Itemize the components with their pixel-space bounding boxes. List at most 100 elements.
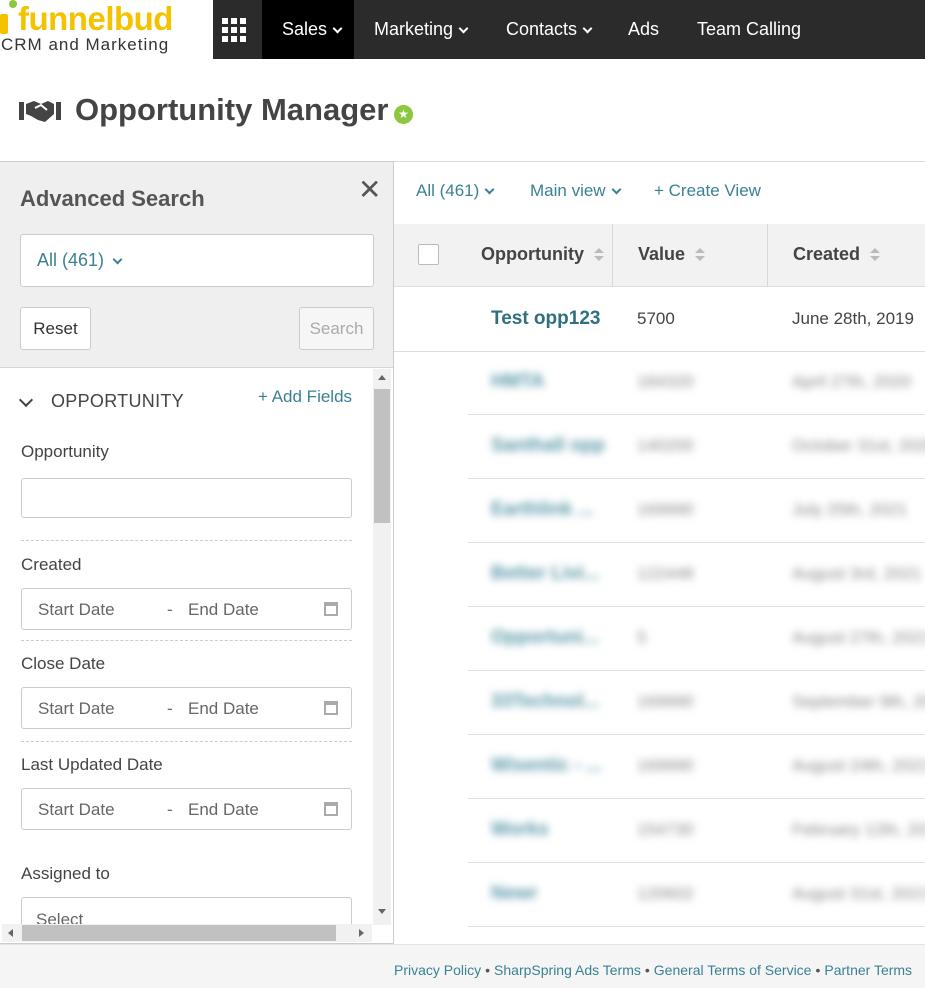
grid-header: Opportunity Value Created [394, 224, 925, 287]
close-date-range[interactable]: Start Date - End Date [21, 687, 352, 729]
footer-separator: • [815, 962, 821, 978]
divider [21, 640, 352, 641]
search-fields: OPPORTUNITY + Add Fields Opportunity Cre… [0, 369, 372, 929]
footer-separator: • [485, 962, 491, 978]
created-cell: April 27th, 2020 [792, 372, 912, 391]
nav-contacts[interactable]: Contacts [506, 0, 593, 59]
last-updated-date-range[interactable]: Start Date - End Date [21, 788, 352, 830]
value-cell: 5700 [637, 309, 675, 328]
terms-of-service-link[interactable]: General Terms of Service [654, 962, 812, 978]
created-cell: August 27th, 2021 [792, 628, 925, 647]
close-date-label: Close Date [21, 654, 106, 673]
filter-dropdown[interactable]: All (461) [416, 181, 495, 201]
column-header-value[interactable]: Value [612, 224, 706, 287]
filter-dropdown-label: All (461) [416, 181, 480, 200]
table-row[interactable]: Santhall opp 140200 October 31st, 2020 [394, 415, 925, 479]
opportunity-link[interactable]: Wisentic - ... [491, 755, 602, 777]
calendar-icon[interactable] [324, 701, 338, 715]
table-row[interactable]: HMTA 184320 April 27th, 2020 [394, 351, 925, 415]
opportunity-link[interactable]: Better Livi... [491, 563, 600, 585]
advanced-search-title: Advanced Search [20, 186, 205, 211]
handshake-icon [19, 101, 61, 122]
created-date-range[interactable]: Start Date - End Date [21, 588, 352, 630]
created-cell: February 12th, 2021 [792, 820, 925, 839]
scroll-left-arrow-icon[interactable] [8, 929, 13, 937]
footer-links: Privacy Policy • SharpSpring Ads Terms • Gen… [394, 962, 912, 978]
opportunity-grid-panel: All (461) Main view + Create View Opport… [394, 161, 925, 944]
table-row[interactable]: Newr 120602 August 31st, 2021 [394, 863, 925, 927]
opportunity-link[interactable]: Newr [491, 883, 537, 905]
top-navigation: funnelbud CRM and Marketing Sales Market… [0, 0, 925, 59]
brand-logo[interactable]: funnelbud CRM and Marketing [0, 0, 213, 59]
table-row[interactable]: 33Technol... 169990 September 9th, 2021 [394, 671, 925, 735]
vertical-scrollbar[interactable] [373, 369, 391, 925]
column-header-created[interactable]: Created [767, 224, 881, 287]
table-row[interactable]: Works 154730 February 12th, 2021 [394, 799, 925, 863]
start-date-placeholder: Start Date [38, 699, 115, 718]
list-select[interactable]: All (461) [20, 234, 374, 287]
opportunity-link[interactable]: Earthlink ... [491, 499, 593, 521]
ads-terms-link[interactable]: SharpSpring Ads Terms [494, 962, 641, 978]
select-all-checkbox[interactable] [418, 244, 439, 265]
column-header-opportunity[interactable]: Opportunity [481, 224, 604, 287]
footer-separator: • [644, 962, 650, 978]
partner-terms-link[interactable]: Partner Terms [824, 962, 912, 978]
date-separator: - [167, 699, 173, 718]
page-header: Opportunity Manager ★ [0, 59, 925, 161]
created-cell: June 28th, 2019 [792, 309, 914, 328]
value-cell: 184320 [637, 372, 694, 391]
table-row[interactable]: Wisentic - ... 169990 August 24th, 2021 [394, 735, 925, 799]
scroll-up-arrow-icon[interactable] [378, 375, 386, 380]
nav-ads[interactable]: Ads [628, 0, 659, 59]
opportunity-section-header[interactable]: OPPORTUNITY + Add Fields [0, 387, 372, 417]
nav-sales-label: Sales [282, 19, 328, 39]
table-row[interactable]: Better Livi... 122448 August 3rd, 2021 [394, 543, 925, 607]
date-separator: - [167, 800, 173, 819]
value-cell: 154730 [637, 820, 694, 839]
scroll-down-arrow-icon[interactable] [378, 909, 386, 914]
chevron-down-icon [112, 254, 123, 265]
nav-sales[interactable]: Sales [262, 0, 354, 59]
assigned-to-label: Assigned to [21, 864, 110, 883]
calendar-icon[interactable] [324, 602, 338, 616]
start-date-placeholder: Start Date [38, 600, 115, 619]
calendar-icon[interactable] [324, 802, 338, 816]
sort-icon [593, 248, 604, 262]
nav-team-calling[interactable]: Team Calling [697, 0, 801, 59]
horizontal-scrollbar[interactable] [2, 924, 372, 942]
opportunity-link[interactable]: Opportuni... [491, 627, 599, 649]
opportunity-link[interactable]: Santhall opp [491, 435, 605, 457]
last-updated-label: Last Updated Date [21, 755, 163, 774]
close-icon[interactable]: ✕ [358, 176, 381, 204]
favorite-star-icon[interactable]: ★ [394, 105, 413, 124]
scroll-thumb[interactable] [374, 389, 390, 523]
value-cell: 140200 [637, 436, 694, 455]
scroll-thumb[interactable] [22, 925, 336, 941]
chevron-down-icon [458, 23, 469, 34]
add-fields-link[interactable]: + Add Fields [258, 387, 352, 407]
privacy-policy-link[interactable]: Privacy Policy [394, 962, 481, 978]
opportunity-link[interactable]: HMTA [491, 371, 544, 393]
search-button[interactable]: Search [299, 307, 374, 350]
created-cell: August 3rd, 2021 [792, 564, 922, 583]
created-cell: August 31st, 2021 [792, 884, 925, 903]
opportunity-label: Opportunity [21, 442, 109, 461]
apps-grid-icon[interactable] [222, 18, 246, 42]
view-bar: All (461) Main view + Create View [394, 162, 925, 224]
create-view-link[interactable]: + Create View [654, 181, 761, 201]
advanced-search-header: Advanced Search ✕ All (461) Reset Search [0, 162, 393, 368]
table-row[interactable]: Opportuni... 5 August 27th, 2021 [394, 607, 925, 671]
table-row[interactable]: Test opp123 5700 June 28th, 2019 [394, 288, 925, 352]
scroll-right-arrow-icon[interactable] [359, 929, 364, 937]
end-date-placeholder: End Date [188, 600, 259, 619]
opportunity-link[interactable]: Test opp123 [491, 308, 600, 330]
end-date-placeholder: End Date [188, 800, 259, 819]
created-cell: August 24th, 2021 [792, 756, 925, 775]
opportunity-input[interactable] [21, 478, 352, 518]
view-dropdown[interactable]: Main view [530, 181, 622, 201]
nav-marketing[interactable]: Marketing [374, 0, 469, 59]
opportunity-link[interactable]: 33Technol... [491, 691, 599, 713]
reset-button[interactable]: Reset [20, 307, 91, 350]
table-row[interactable]: Earthlink ... 169990 July 25th, 2021 [394, 479, 925, 543]
opportunity-link[interactable]: Works [491, 819, 549, 841]
